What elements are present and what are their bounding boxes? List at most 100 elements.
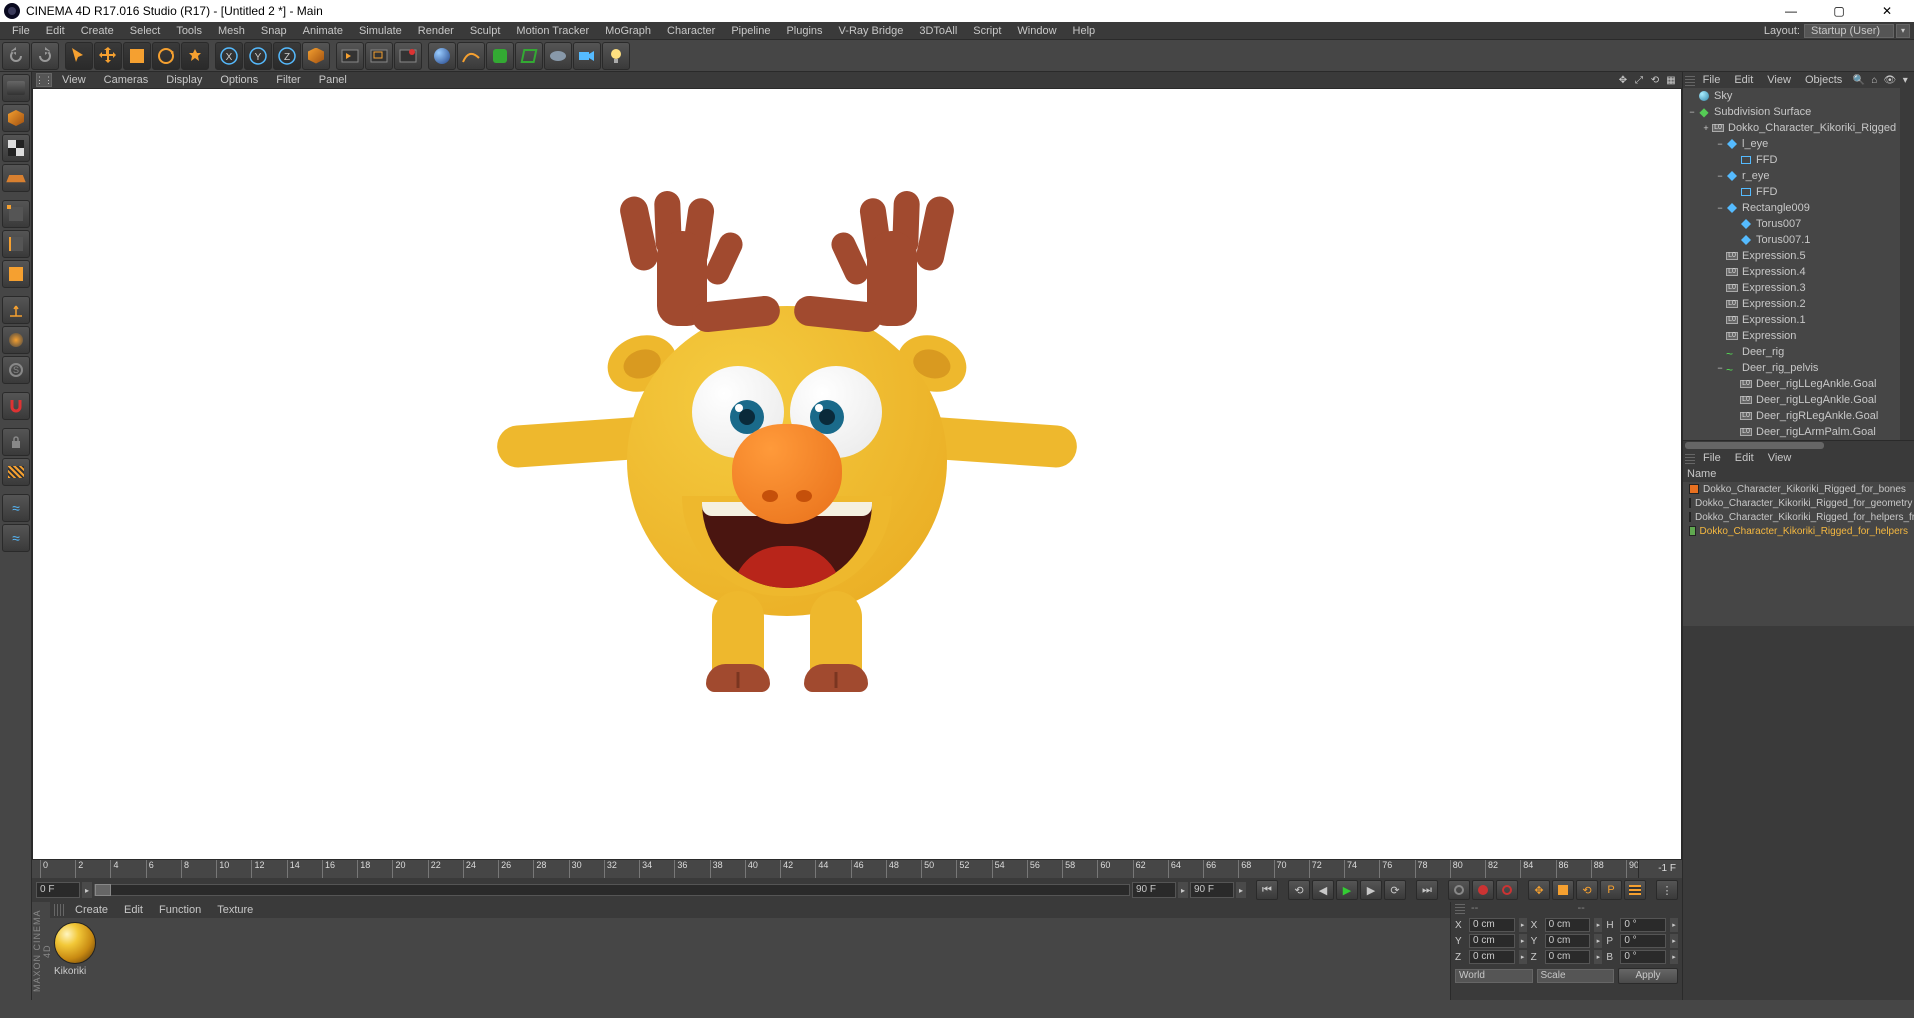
z-axis-button[interactable]: Z [273, 42, 301, 70]
objmenu-view[interactable]: View [1761, 74, 1797, 86]
home-icon[interactable]: ⌂ [1868, 73, 1881, 87]
menu-tools[interactable]: Tools [168, 22, 210, 39]
start-frame-field[interactable]: 0 F [36, 882, 80, 898]
goto-end-button[interactable]: ⏭ [1416, 880, 1438, 900]
coord-spinner-posY[interactable]: ▸ [1519, 934, 1527, 948]
tree-expander[interactable]: − [1687, 107, 1697, 117]
autokey-button[interactable] [1472, 880, 1494, 900]
scale-key-button[interactable] [1552, 880, 1574, 900]
tree-row[interactable]: Deer_rigLArmPalm.Goal [1683, 424, 1900, 440]
close-button[interactable]: ✕ [1864, 0, 1910, 22]
prev-frame-button[interactable]: ◀ [1312, 880, 1334, 900]
timeline-ruler[interactable]: 0246810121416182022242628303234363840424… [32, 860, 1682, 878]
menu-create[interactable]: Create [73, 22, 122, 39]
coord-field-sizeZ[interactable]: 0 cm [1545, 950, 1591, 964]
laymenu-edit[interactable]: Edit [1729, 452, 1760, 464]
tree-row[interactable]: Deer_rigLLegAnkle.Goal [1683, 392, 1900, 408]
scale-tool[interactable] [123, 42, 151, 70]
tree-hscrollbar[interactable] [1683, 440, 1914, 450]
param-key-button[interactable]: P [1600, 880, 1622, 900]
render-view-button[interactable] [336, 42, 364, 70]
coord-field-sizeX[interactable]: 0 cm [1545, 918, 1591, 932]
object-tree[interactable]: Sky−◆Subdivision Surface+Dokko_Character… [1683, 88, 1900, 440]
start-spinner[interactable]: ▸ [82, 882, 92, 898]
layers-panel-handle[interactable] [1685, 452, 1695, 464]
light-button[interactable] [602, 42, 630, 70]
coord-spinner-posX[interactable]: ▸ [1519, 918, 1527, 932]
maximize-button[interactable]: ▢ [1816, 0, 1862, 22]
material-panel-handle[interactable] [54, 904, 66, 916]
tree-expander[interactable]: − [1715, 203, 1725, 213]
layer-row[interactable]: Dokko_Character_Kikoriki_Rigged_for_help… [1683, 524, 1914, 538]
lock-mode[interactable] [2, 428, 30, 456]
coord-field-rotH[interactable]: 0 ° [1620, 918, 1666, 932]
rotate-camera-icon[interactable]: ⟲ [1648, 73, 1662, 87]
tree-row[interactable]: +Dokko_Character_Kikoriki_Rigged [1683, 120, 1900, 136]
tree-expander[interactable]: − [1715, 171, 1725, 181]
coord-field-posY[interactable]: 0 cm [1469, 934, 1515, 948]
poly-mode[interactable] [2, 260, 30, 288]
menu-mograph[interactable]: MoGraph [597, 22, 659, 39]
layer-row[interactable]: Dokko_Character_Kikoriki_Rigged_for_geom… [1683, 496, 1914, 510]
last-tool[interactable] [181, 42, 209, 70]
select-tool[interactable] [65, 42, 93, 70]
viewmenu-display[interactable]: Display [158, 74, 210, 86]
pla-key-button[interactable] [1624, 880, 1646, 900]
magnet-mode[interactable] [2, 392, 30, 420]
timeline-options-button[interactable]: ⋮ [1656, 880, 1678, 900]
model-mode[interactable] [2, 74, 30, 102]
layer-row[interactable]: Dokko_Character_Kikoriki_Rigged_for_help… [1683, 510, 1914, 524]
render-region-button[interactable] [365, 42, 393, 70]
coord-spinner-posZ[interactable]: ▸ [1519, 950, 1527, 964]
x-axis-button[interactable]: X [215, 42, 243, 70]
material-thumb[interactable]: Kikoriki [54, 922, 102, 977]
objmenu-objects[interactable]: Objects [1799, 74, 1848, 86]
edge-mode[interactable] [2, 230, 30, 258]
viewport[interactable] [32, 88, 1682, 860]
menu-help[interactable]: Help [1065, 22, 1104, 39]
coord-field-sizeY[interactable]: 0 cm [1545, 934, 1591, 948]
coord-field-rotB[interactable]: 0 ° [1620, 950, 1666, 964]
range-b-field[interactable]: 90 F [1190, 882, 1234, 898]
coord-spinner-sizeX[interactable]: ▸ [1594, 918, 1602, 932]
tree-row[interactable]: Torus007 [1683, 216, 1900, 232]
matmenu-create[interactable]: Create [68, 904, 115, 916]
viewmenu-options[interactable]: Options [212, 74, 266, 86]
viewmenu-panel[interactable]: Panel [311, 74, 355, 86]
tree-row[interactable]: Expression.1 [1683, 312, 1900, 328]
tree-row[interactable]: −Deer_rig_pelvis [1683, 360, 1900, 376]
script-a[interactable]: ≈ [2, 494, 30, 522]
matmenu-edit[interactable]: Edit [117, 904, 150, 916]
tree-row[interactable]: Deer_rig [1683, 344, 1900, 360]
menu-simulate[interactable]: Simulate [351, 22, 410, 39]
object-mode[interactable] [2, 104, 30, 132]
matmenu-function[interactable]: Function [152, 904, 208, 916]
next-frame-button[interactable]: ▶ [1360, 880, 1382, 900]
viewmenu-filter[interactable]: Filter [268, 74, 308, 86]
tree-row[interactable]: Deer_rigRLegAnkle.Goal [1683, 408, 1900, 424]
coord-space-select[interactable]: World [1455, 969, 1533, 983]
search-icon[interactable]: 🔍 [1852, 73, 1865, 87]
move-camera-icon[interactable]: ✥ [1616, 73, 1630, 87]
menu-3dtoall[interactable]: 3DToAll [911, 22, 965, 39]
record-button[interactable] [1448, 880, 1470, 900]
range-a-spinner[interactable]: ▸ [1178, 882, 1188, 898]
point-mode[interactable] [2, 200, 30, 228]
apply-button[interactable]: Apply [1618, 968, 1678, 984]
tree-row[interactable]: Expression [1683, 328, 1900, 344]
tree-expander[interactable]: − [1715, 139, 1725, 149]
coord-field-posZ[interactable]: 0 cm [1469, 950, 1515, 964]
prev-key-button[interactable]: ⟲ [1288, 880, 1310, 900]
tree-row[interactable]: Expression.4 [1683, 264, 1900, 280]
tree-row[interactable]: −l_eye [1683, 136, 1900, 152]
tree-row[interactable]: −r_eye [1683, 168, 1900, 184]
tree-row[interactable]: Sky [1683, 88, 1900, 104]
environment-button[interactable] [544, 42, 572, 70]
tree-expander[interactable]: + [1701, 123, 1711, 133]
axis-mode[interactable] [2, 296, 30, 324]
menu-edit[interactable]: Edit [38, 22, 73, 39]
minimize-button[interactable]: — [1768, 0, 1814, 22]
menu-animate[interactable]: Animate [295, 22, 351, 39]
viewport-handle[interactable]: ⋮⋮ [36, 73, 52, 87]
deformer-button[interactable] [515, 42, 543, 70]
